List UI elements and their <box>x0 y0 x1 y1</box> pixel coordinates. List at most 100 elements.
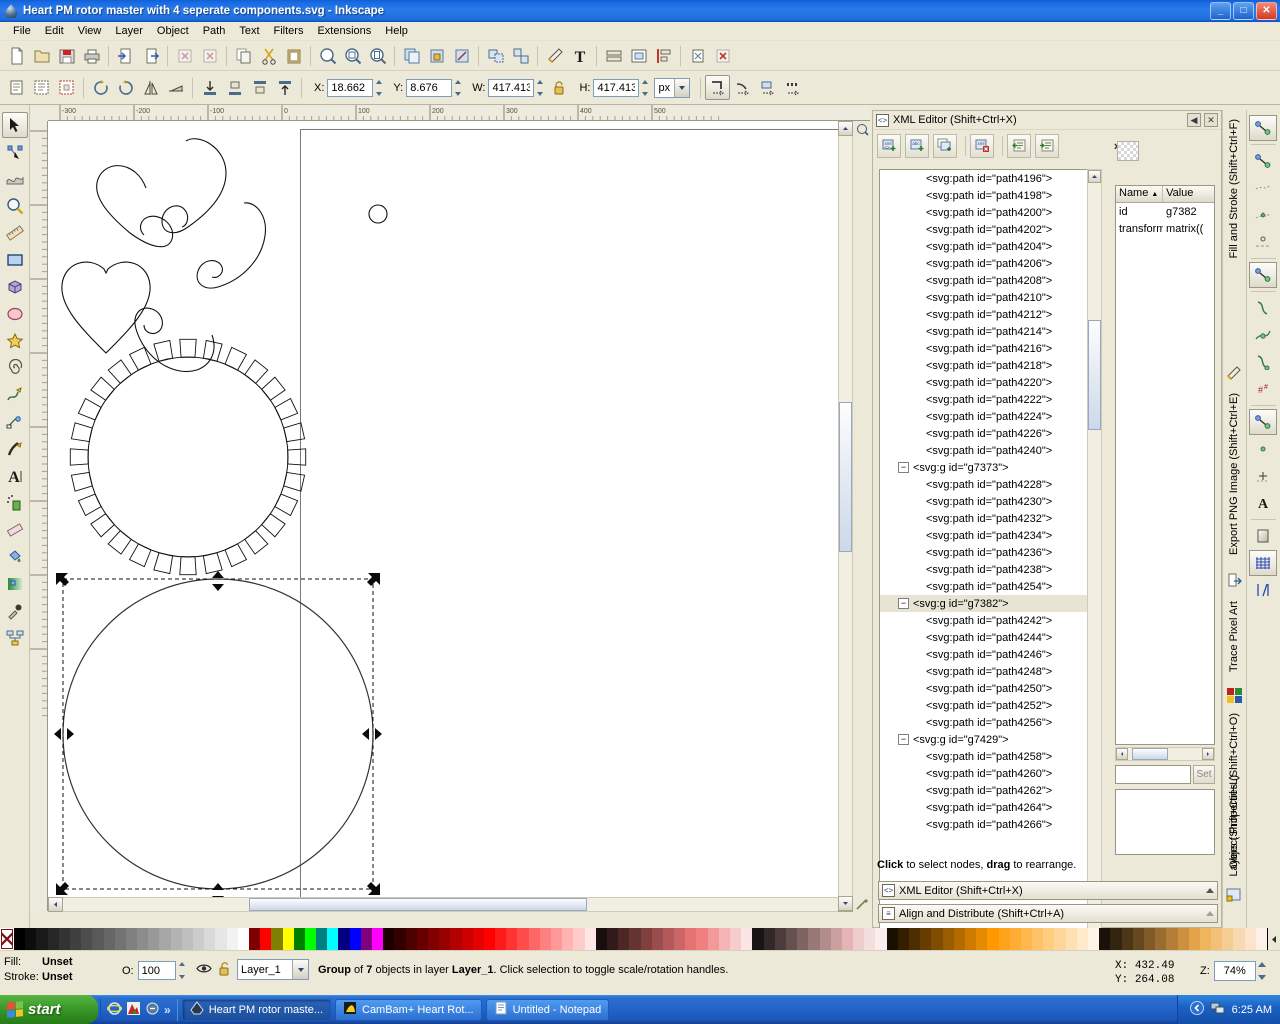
vertical-scrollbar[interactable] <box>838 121 853 911</box>
palette-swatch[interactable] <box>260 928 272 950</box>
xml-tree-path-node[interactable]: <svg:path id="path4256"> <box>880 714 1100 731</box>
palette-swatch[interactable] <box>1132 928 1144 950</box>
palette-swatch[interactable] <box>763 928 775 950</box>
maximize-button[interactable]: □ <box>1233 2 1254 20</box>
palette-swatch[interactable] <box>483 928 496 950</box>
y-spinner[interactable] <box>406 78 464 97</box>
import-icon[interactable] <box>113 43 138 68</box>
box3d-tool[interactable] <box>2 274 28 300</box>
palette-swatch[interactable] <box>662 928 675 950</box>
pencil-tool[interactable] <box>2 382 28 408</box>
xml-tree-path-node[interactable]: <svg:path id="path4246"> <box>880 646 1100 663</box>
clone-icon[interactable] <box>424 43 449 68</box>
palette-swatch[interactable] <box>58 928 70 950</box>
palette-swatch[interactable] <box>584 928 596 950</box>
xml-tree-path-node[interactable]: <svg:path id="path4226"> <box>880 425 1100 442</box>
show-hidden-icons-icon[interactable] <box>1189 1001 1204 1018</box>
palette-swatch[interactable] <box>248 928 261 950</box>
docked-panel-align-distribute[interactable]: ≡ Align and Distribute (Shift+Ctrl+A) <box>878 904 1218 923</box>
xml-tree-vscroll-thumb[interactable] <box>1088 320 1101 430</box>
paste-icon[interactable] <box>281 43 306 68</box>
xml-tree[interactable]: <svg:path id="path4196"> <svg:path id="pa… <box>879 169 1101 942</box>
delete-node-icon[interactable]: xml <box>970 133 994 158</box>
xml-tree-scroll-up[interactable] <box>1088 170 1101 183</box>
vscroll-thumb[interactable] <box>839 402 852 552</box>
spray-tool[interactable] <box>2 490 28 516</box>
palette-swatch[interactable] <box>439 928 451 950</box>
xml-tree-path-node[interactable]: <svg:path id="path4216"> <box>880 340 1100 357</box>
scroll-down-button[interactable] <box>838 896 853 911</box>
xml-tree-path-node[interactable]: <svg:path id="path4242"> <box>880 612 1100 629</box>
print-document-icon[interactable] <box>79 43 104 68</box>
tab-layers[interactable]: Layers (Shift+Ctrl+L) <box>1225 770 1243 881</box>
palette-swatch[interactable] <box>36 928 48 950</box>
tab-export-png-image[interactable]: Export PNG Image (Shift+Ctrl+E) <box>1225 388 1243 560</box>
zoom-selection-icon[interactable] <box>315 43 340 68</box>
show-desktop-icon[interactable] <box>145 1001 160 1019</box>
xml-tree-path-node[interactable]: <svg:path id="path4224"> <box>880 408 1100 425</box>
palette-swatch[interactable] <box>1088 928 1100 950</box>
menu-edit[interactable]: Edit <box>38 23 71 39</box>
horizontal-scrollbar[interactable] <box>48 897 853 912</box>
close-document-icon[interactable] <box>710 43 735 68</box>
text-tool[interactable]: A <box>2 463 28 489</box>
fill-stroke-icon[interactable] <box>542 43 567 68</box>
opacity-control[interactable]: O: <box>122 961 188 980</box>
attr-scroll-right[interactable] <box>1202 748 1214 760</box>
xml-tree-path-node[interactable]: <svg:path id="path4244"> <box>880 629 1100 646</box>
attributes-table[interactable]: Name ▲ Value id g7382 transform matrix(( <box>1115 185 1215 745</box>
xml-tree-path-node[interactable]: <svg:path id="path4264"> <box>880 799 1100 816</box>
palette-swatch[interactable] <box>964 928 977 950</box>
eye-open-icon[interactable] <box>196 962 212 978</box>
scroll-up-button[interactable] <box>838 121 853 136</box>
align-distribute-icon[interactable] <box>651 43 676 68</box>
tree-expander-icon[interactable]: − <box>898 598 909 609</box>
color-palette[interactable] <box>0 928 1280 950</box>
snap-page-border-icon[interactable] <box>1249 523 1277 549</box>
palette-swatch[interactable] <box>774 928 786 950</box>
tweak-tool[interactable] <box>2 166 28 192</box>
palette-swatch[interactable] <box>282 928 294 950</box>
chevron-up-icon[interactable] <box>1206 888 1214 893</box>
palette-swatch[interactable] <box>718 928 730 950</box>
palette-swatch[interactable] <box>148 928 160 950</box>
palette-swatch[interactable] <box>1255 928 1267 950</box>
palette-swatch[interactable] <box>495 928 507 950</box>
x-input[interactable] <box>327 78 374 97</box>
palette-swatch[interactable] <box>696 928 708 950</box>
attr-name-header[interactable]: Name ▲ <box>1116 186 1164 202</box>
tree-expander-icon[interactable]: − <box>898 462 909 473</box>
palette-swatch[interactable] <box>707 928 719 950</box>
snap-center-dot-icon[interactable] <box>1249 436 1277 462</box>
palette-swatch[interactable] <box>450 928 462 950</box>
selector-tool[interactable] <box>2 112 28 138</box>
xml-tree-group-node[interactable]: − <svg:g id="g7382"> <box>880 595 1100 612</box>
zoom-drawing-icon[interactable] <box>340 43 365 68</box>
new-text-node-icon[interactable]: abc <box>905 133 929 158</box>
open-document-icon[interactable] <box>29 43 54 68</box>
height-input[interactable] <box>593 78 640 97</box>
internet-explorer-icon[interactable] <box>106 1001 123 1019</box>
palette-swatch[interactable] <box>976 928 988 950</box>
palette-swatch[interactable] <box>853 928 865 950</box>
duplicate-icon[interactable] <box>399 43 424 68</box>
palette-swatch[interactable] <box>640 928 652 950</box>
raise-to-top-icon[interactable] <box>272 75 297 100</box>
snap-curve-node-icon[interactable] <box>1249 322 1277 348</box>
xml-tree-path-node[interactable]: <svg:path id="path4200"> <box>880 204 1100 221</box>
xml-tree-path-node[interactable]: <svg:path id="path4252"> <box>880 697 1100 714</box>
palette-swatch[interactable] <box>528 928 540 950</box>
undo-icon[interactable] <box>172 43 197 68</box>
attr-scroll-left[interactable] <box>1116 748 1128 760</box>
menu-path[interactable]: Path <box>196 23 233 39</box>
snap-path-dash-icon[interactable] <box>1249 175 1277 201</box>
tab-trace-pixel-art[interactable]: Trace Pixel Art <box>1225 596 1243 677</box>
palette-swatch[interactable] <box>1222 928 1234 950</box>
attribute-row[interactable]: id g7382 <box>1116 203 1214 220</box>
palette-swatch[interactable] <box>81 928 93 950</box>
snap-grid-icon[interactable] <box>1249 550 1277 576</box>
xml-tree-path-node[interactable]: <svg:path id="path4262"> <box>880 782 1100 799</box>
ungroup-icon[interactable] <box>508 43 533 68</box>
clock[interactable]: 6:25 AM <box>1232 1004 1272 1016</box>
xml-editor-icon[interactable] <box>601 43 626 68</box>
